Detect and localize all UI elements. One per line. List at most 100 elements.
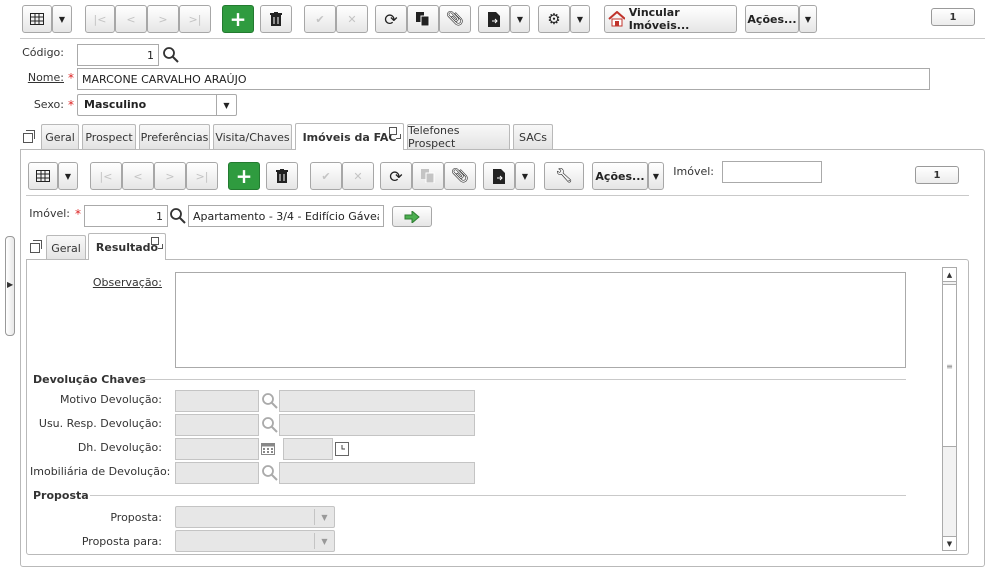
vincular-imoveis-label: Vincular Imóveis... bbox=[628, 6, 690, 32]
side-panel-toggle[interactable]: ▶ bbox=[5, 236, 15, 336]
acoes-dropdown[interactable]: ▼ bbox=[799, 5, 817, 33]
subtab-geral[interactable]: Geral bbox=[46, 235, 86, 260]
house-icon bbox=[608, 11, 625, 27]
vincular-imoveis-button[interactable]: Vincular Imóveis... bbox=[604, 5, 737, 33]
next-icon: > bbox=[165, 169, 175, 183]
inner-acoes-label: Ações... bbox=[595, 169, 645, 183]
tab-telefones-prospect[interactable]: Telefones Prospect bbox=[407, 124, 510, 150]
grid-view-dropdown[interactable]: ▼ bbox=[52, 5, 72, 33]
add-button[interactable]: + bbox=[222, 5, 254, 33]
confirm-button[interactable]: ✔ bbox=[304, 5, 336, 33]
dh-devolucao-label: Dh. Devolução: bbox=[77, 441, 162, 454]
codigo-input[interactable] bbox=[77, 44, 159, 66]
inner-cancel-button[interactable]: ✕ bbox=[342, 162, 374, 190]
inner-next-button[interactable]: > bbox=[154, 162, 186, 190]
prev-icon: < bbox=[133, 169, 143, 183]
nome-input[interactable] bbox=[77, 68, 930, 90]
tab-visita-chaves[interactable]: Visita/Chaves bbox=[213, 124, 292, 149]
tab-geral[interactable]: Geral bbox=[41, 124, 79, 149]
scroll-down-arrow[interactable]: ▼ bbox=[943, 536, 956, 550]
settings-dropdown[interactable]: ▼ bbox=[570, 5, 590, 33]
refresh-button[interactable]: ⟳ bbox=[375, 5, 407, 33]
imovel-filter-input[interactable] bbox=[722, 161, 822, 183]
inner-refresh-button[interactable]: ⟳ bbox=[380, 162, 412, 190]
imovel-required-mark: * bbox=[75, 207, 81, 221]
attach-button[interactable]: 📎︎ bbox=[439, 5, 471, 33]
motivo-devolucao-label: Motivo Devolução: bbox=[59, 393, 162, 406]
inner-delete-button[interactable] bbox=[266, 162, 298, 190]
check-icon: ✔ bbox=[321, 169, 331, 183]
restore-subtabs-icon[interactable] bbox=[30, 240, 42, 253]
duplicate-button[interactable] bbox=[407, 5, 439, 33]
cancel-button[interactable]: ✕ bbox=[336, 5, 368, 33]
usu-resp-devolucao-label: Usu. Resp. Devolução: bbox=[38, 417, 162, 430]
search-icon bbox=[262, 465, 278, 481]
observacao-label: Observação: bbox=[92, 276, 162, 289]
inner-record-count-badge[interactable]: 1 bbox=[915, 166, 959, 184]
motivo-devolucao-desc bbox=[279, 390, 475, 412]
trash-icon bbox=[276, 169, 288, 183]
clock-icon bbox=[335, 442, 349, 456]
settings-button[interactable]: ⚙ bbox=[538, 5, 570, 33]
scrollbar[interactable]: ▲ ≡ ▼ bbox=[942, 267, 957, 551]
imobiliaria-devolucao-desc bbox=[279, 462, 475, 484]
plus-icon: + bbox=[235, 164, 253, 188]
detach-icon[interactable] bbox=[151, 237, 163, 249]
tab-imoveis-da-fac[interactable]: Imóveis da FAC bbox=[295, 123, 404, 150]
search-icon[interactable] bbox=[163, 47, 179, 63]
acoes-button[interactable]: Ações... bbox=[745, 5, 799, 33]
subtab-resultado[interactable]: Resultado bbox=[88, 233, 166, 260]
last-icon: >| bbox=[195, 169, 209, 183]
inner-grid-view-button[interactable] bbox=[28, 162, 58, 190]
inner-grid-view-dropdown[interactable]: ▼ bbox=[58, 162, 78, 190]
inner-acoes-button[interactable]: Ações... bbox=[592, 162, 648, 190]
inner-toolbar-divider bbox=[26, 195, 969, 196]
inner-export-dropdown[interactable]: ▼ bbox=[515, 162, 535, 190]
chevron-down-icon: ▼ bbox=[314, 533, 334, 549]
dh-devolucao-time bbox=[283, 438, 333, 460]
restore-tabs-icon[interactable] bbox=[23, 130, 35, 143]
gear-icon: ⚙ bbox=[547, 10, 561, 28]
chevron-down-icon: ▼ bbox=[521, 171, 529, 181]
inner-prev-button[interactable]: < bbox=[122, 162, 154, 190]
prev-record-button[interactable]: < bbox=[115, 5, 147, 33]
grid-view-button[interactable] bbox=[22, 5, 52, 33]
tab-sacs[interactable]: SACs bbox=[513, 124, 553, 149]
arrow-right-icon bbox=[404, 210, 420, 223]
inner-export-button[interactable] bbox=[483, 162, 515, 190]
inner-add-button[interactable]: + bbox=[228, 162, 260, 190]
last-icon: >| bbox=[188, 12, 202, 26]
record-count-badge[interactable]: 1 bbox=[931, 8, 975, 26]
inner-attach-button[interactable]: 📎︎ bbox=[444, 162, 476, 190]
delete-button[interactable] bbox=[260, 5, 292, 33]
close-icon: ✕ bbox=[347, 12, 357, 26]
inner-tools-button[interactable]: 🔧︎ bbox=[544, 162, 584, 190]
tab-preferencias[interactable]: Preferências bbox=[139, 124, 210, 149]
next-record-button[interactable]: > bbox=[147, 5, 179, 33]
dh-devolucao-date bbox=[175, 438, 259, 460]
chevron-down-icon: ▼ bbox=[314, 509, 334, 525]
inner-last-button[interactable]: >| bbox=[186, 162, 218, 190]
scroll-thumb[interactable]: ≡ bbox=[943, 284, 956, 447]
last-record-button[interactable]: >| bbox=[179, 5, 211, 33]
export-button[interactable] bbox=[478, 5, 510, 33]
first-record-button[interactable]: |< bbox=[85, 5, 115, 33]
chevron-down-icon: ▼ bbox=[516, 14, 524, 24]
tab-prospect[interactable]: Prospect bbox=[82, 124, 136, 149]
scroll-up-arrow[interactable]: ▲ bbox=[943, 268, 956, 282]
inner-first-button[interactable]: |< bbox=[90, 162, 122, 190]
search-icon bbox=[262, 393, 278, 409]
search-icon[interactable] bbox=[170, 208, 186, 224]
sexo-select[interactable]: Masculino ▼ bbox=[77, 94, 237, 116]
export-dropdown[interactable]: ▼ bbox=[510, 5, 530, 33]
observacao-textarea[interactable] bbox=[175, 272, 906, 368]
go-to-imovel-button[interactable] bbox=[392, 206, 432, 227]
imovel-code-input[interactable] bbox=[84, 205, 168, 227]
detach-icon[interactable] bbox=[389, 127, 401, 139]
inner-confirm-button[interactable]: ✔ bbox=[310, 162, 342, 190]
inner-acoes-dropdown[interactable]: ▼ bbox=[648, 162, 664, 190]
proposta-section-title: Proposta bbox=[33, 489, 89, 502]
chevron-down-icon: ▼ bbox=[804, 14, 812, 24]
inner-duplicate-button[interactable] bbox=[412, 162, 444, 190]
proposta-select: ▼ bbox=[175, 506, 335, 528]
